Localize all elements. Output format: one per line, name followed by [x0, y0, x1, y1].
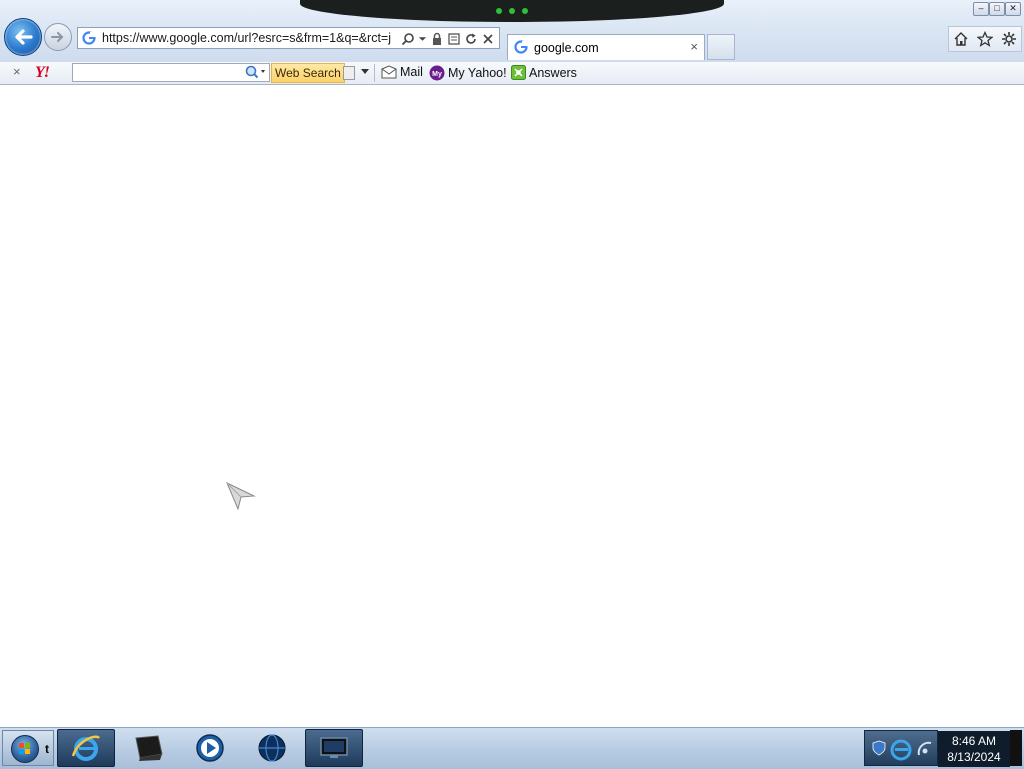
windows-logo-icon — [11, 735, 39, 763]
home-icon[interactable] — [953, 31, 969, 47]
toolbar-close-icon[interactable]: × — [13, 64, 21, 79]
status-led-icon — [496, 6, 528, 16]
screen-notch — [300, 0, 724, 22]
lock-icon[interactable] — [430, 32, 444, 46]
answers-link[interactable]: Answers — [511, 65, 577, 80]
search-icon[interactable] — [243, 65, 267, 81]
back-button[interactable] — [4, 18, 42, 56]
yahoo-search-box[interactable] — [72, 63, 270, 82]
restore-button[interactable]: □ — [989, 2, 1005, 16]
my-yahoo-label: My Yahoo! — [448, 66, 507, 80]
clock-date: 8/13/2024 — [947, 750, 1001, 764]
chevron-down-icon[interactable] — [360, 68, 370, 76]
network-icon[interactable] — [917, 741, 933, 757]
tray-icons — [864, 730, 938, 766]
clock-time: 8:46 AM — [951, 734, 997, 748]
refresh-icon[interactable] — [464, 32, 478, 46]
show-desktop-button[interactable] — [1010, 730, 1022, 766]
taskbar-item-media-player[interactable] — [181, 729, 239, 767]
start-label: t — [45, 742, 49, 756]
command-icons — [948, 26, 1022, 52]
forward-button[interactable] — [44, 23, 72, 51]
internet-explorer-tray-icon[interactable] — [887, 736, 915, 762]
bookmark-icon[interactable] — [343, 66, 355, 80]
internet-explorer-icon — [71, 735, 100, 761]
monitor-icon — [320, 737, 348, 758]
taskbar-item-globe[interactable] — [243, 729, 301, 767]
dropdown-arrow-icon[interactable] — [418, 32, 427, 46]
my-yahoo-icon: My — [429, 65, 445, 81]
taskbar-item-terminal[interactable] — [119, 729, 177, 767]
media-player-icon — [196, 734, 224, 762]
new-tab-button[interactable] — [707, 34, 735, 60]
address-tools — [401, 31, 495, 47]
forward-arrow-icon — [51, 32, 64, 42]
minimize-button[interactable]: – — [973, 2, 989, 16]
favorites-star-icon[interactable] — [977, 31, 993, 47]
address-bar[interactable]: https://www.google.com/url?esrc=s&frm=1&… — [77, 27, 500, 49]
mail-link[interactable]: Mail — [381, 65, 423, 79]
mail-label: Mail — [400, 65, 423, 79]
system-tray: 8:46 AM 8/13/2024 — [862, 728, 1024, 769]
browser-chrome: – □ ✕ https://www.google.com/url?esrc=s&… — [0, 0, 1024, 62]
google-favicon-icon — [82, 31, 96, 45]
svg-text:My: My — [432, 71, 442, 78]
compatibility-view-icon[interactable] — [447, 32, 461, 46]
terminal-icon — [135, 735, 163, 761]
answers-label: Answers — [529, 65, 577, 80]
tab-google[interactable]: google.com × — [507, 34, 705, 60]
search-icon[interactable] — [401, 32, 415, 46]
close-window-button[interactable]: ✕ — [1005, 2, 1021, 16]
shield-icon[interactable] — [871, 740, 887, 756]
back-arrow-icon — [15, 29, 33, 45]
web-search-button[interactable]: Web Search — [271, 63, 345, 83]
yahoo-logo[interactable]: Y! — [35, 64, 50, 82]
taskbar: t 8:46 AM 8/13/2024 — [0, 727, 1024, 769]
mail-icon — [381, 65, 397, 79]
toolbar-divider — [374, 64, 375, 82]
stop-icon[interactable] — [481, 32, 495, 46]
start-button[interactable]: t — [2, 730, 54, 766]
my-yahoo-link[interactable]: My My Yahoo! — [429, 65, 507, 81]
page-content[interactable] — [0, 85, 1024, 727]
yahoo-search-input[interactable] — [76, 65, 240, 82]
google-favicon-icon — [514, 40, 528, 54]
mouse-cursor-icon — [226, 482, 256, 510]
gear-icon[interactable] — [1001, 31, 1017, 47]
taskbar-item-internet-explorer[interactable] — [57, 729, 115, 767]
tab-close-icon[interactable]: × — [690, 39, 698, 54]
answers-icon — [511, 65, 526, 80]
taskbar-item-monitor[interactable] — [305, 729, 363, 767]
globe-icon — [258, 734, 286, 762]
address-url[interactable]: https://www.google.com/url?esrc=s&frm=1&… — [102, 31, 404, 45]
clock[interactable]: 8:46 AM 8/13/2024 — [938, 731, 1010, 767]
tab-title: google.com — [534, 41, 599, 55]
yahoo-toolbar: × Y! Web Search Mail My My Yahoo! Answer… — [0, 62, 1024, 85]
